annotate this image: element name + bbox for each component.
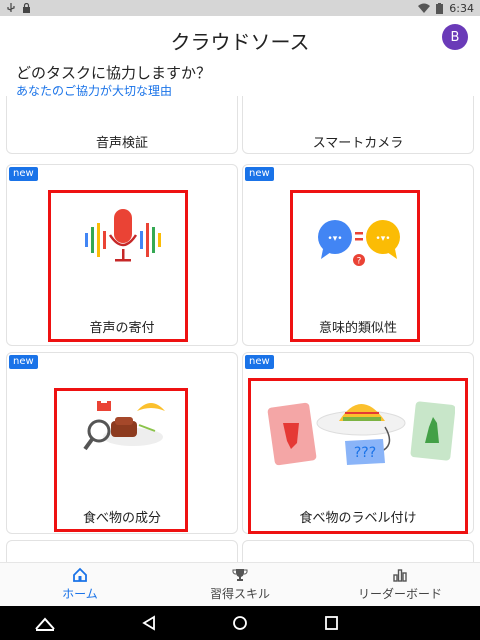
highlight-box	[48, 190, 188, 342]
new-badge: new	[9, 355, 38, 369]
task-card-next[interactable]	[242, 540, 474, 562]
battery-icon	[436, 2, 444, 14]
wifi-icon	[418, 3, 431, 13]
page-title: クラウドソース	[170, 30, 310, 54]
status-bar: 6:34	[0, 0, 480, 16]
nav-label: ホーム	[62, 587, 98, 601]
nav-skills[interactable]: 習得スキル	[160, 563, 320, 606]
lock-icon	[23, 3, 30, 13]
task-card-smart-camera[interactable]: スマートカメラ	[242, 96, 474, 154]
highlight-box	[290, 190, 420, 342]
highlight-box	[248, 378, 468, 534]
highlight-box	[54, 388, 188, 532]
usb-icon	[7, 3, 15, 12]
nav-label: リーダーボード	[357, 587, 442, 601]
task-question: どのタスクに協力しますか？	[16, 64, 212, 82]
app-bar: クラウドソース B	[0, 16, 480, 64]
avatar[interactable]: B	[442, 24, 468, 50]
bar-chart-icon	[393, 569, 407, 582]
task-card-next[interactable]	[6, 540, 238, 562]
new-badge: new	[9, 167, 38, 181]
recents-icon[interactable]	[324, 615, 338, 631]
trophy-icon	[232, 569, 248, 581]
back-icon[interactable]	[142, 615, 156, 631]
bottom-navigation: ホーム 習得スキル リーダーボード	[0, 562, 480, 606]
task-grid: 音声検証 スマートカメラ new 音声の寄付 new ? •▾• •▾• 意味的…	[0, 96, 480, 562]
task-card-voice-validation[interactable]: 音声検証	[6, 96, 238, 154]
home-icon	[73, 567, 87, 582]
home-button-icon[interactable]	[232, 615, 248, 631]
new-badge: new	[245, 355, 274, 369]
nav-label: 習得スキル	[209, 587, 270, 601]
nav-home[interactable]: ホーム	[0, 563, 160, 606]
system-nav-bar	[0, 606, 480, 640]
status-time: 6:34	[449, 1, 474, 15]
new-badge: new	[245, 167, 274, 181]
task-label: 音声検証	[95, 136, 148, 151]
nav-leaderboard[interactable]: リーダーボード	[320, 563, 480, 606]
keyboard-hide-icon[interactable]	[34, 615, 56, 631]
task-label: スマートカメラ	[312, 136, 404, 151]
